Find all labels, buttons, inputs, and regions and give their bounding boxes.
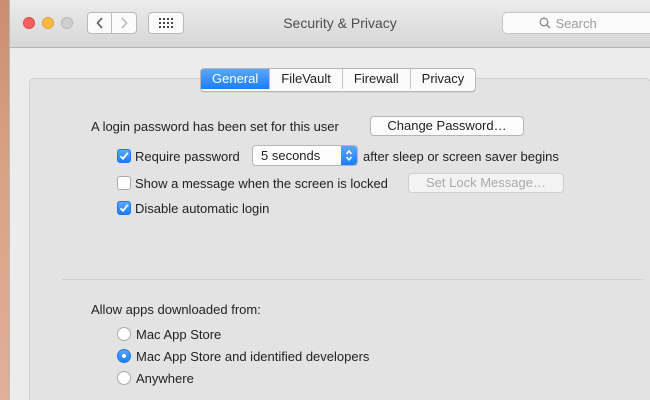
- minimize-button[interactable]: [42, 17, 54, 29]
- checkmark-icon: [119, 204, 129, 213]
- title-bar: Security & Privacy: [10, 0, 650, 48]
- section-divider: [62, 279, 643, 280]
- radio-identified-developers-label: Mac App Store and identified developers: [136, 349, 370, 364]
- checkmark-icon: [119, 152, 129, 161]
- zoom-button[interactable]: [61, 17, 73, 29]
- tab-privacy[interactable]: Privacy: [411, 69, 476, 89]
- search-field[interactable]: [502, 12, 650, 34]
- password-delay-popup[interactable]: 5 seconds: [252, 145, 358, 166]
- popup-arrows-icon: [341, 146, 357, 165]
- back-button[interactable]: [87, 12, 112, 34]
- show-all-button[interactable]: [148, 12, 184, 34]
- radio-identified-developers[interactable]: [117, 349, 131, 363]
- tab-firewall[interactable]: Firewall: [343, 69, 411, 89]
- password-delay-value: 5 seconds: [261, 148, 321, 163]
- forward-button[interactable]: [112, 12, 137, 34]
- chevron-right-icon: [121, 17, 128, 29]
- show-message-checkbox[interactable]: [117, 176, 131, 190]
- preferences-window: Security & Privacy General FileVault Fir…: [9, 0, 650, 400]
- radio-mac-app-store[interactable]: [117, 327, 131, 341]
- search-input[interactable]: [555, 15, 616, 31]
- radio-mac-app-store-label: Mac App Store: [136, 327, 222, 342]
- close-button[interactable]: [23, 17, 35, 29]
- change-password-button[interactable]: Change Password…: [370, 116, 524, 136]
- tab-general[interactable]: General: [201, 69, 271, 89]
- chevron-left-icon: [95, 17, 103, 29]
- login-password-text: A login password has been set for this u…: [91, 119, 339, 134]
- radio-anywhere[interactable]: [117, 371, 131, 385]
- disable-autologin-label: Disable automatic login: [135, 201, 270, 216]
- tab-bar: General FileVault Firewall Privacy: [200, 68, 477, 92]
- tab-filevault[interactable]: FileVault: [270, 69, 343, 89]
- grid-icon: [159, 18, 173, 28]
- allow-apps-heading: Allow apps downloaded from:: [91, 302, 261, 317]
- window-title: Security & Privacy: [283, 15, 397, 31]
- disable-autologin-checkbox[interactable]: [117, 201, 131, 215]
- set-lock-message-button[interactable]: Set Lock Message…: [408, 173, 564, 193]
- show-message-label: Show a message when the screen is locked: [135, 176, 388, 191]
- require-password-suffix: after sleep or screen saver begins: [363, 149, 559, 164]
- require-password-label: Require password: [135, 149, 240, 164]
- require-password-checkbox[interactable]: [117, 149, 131, 163]
- radio-anywhere-label: Anywhere: [136, 371, 194, 386]
- search-icon: [539, 17, 550, 29]
